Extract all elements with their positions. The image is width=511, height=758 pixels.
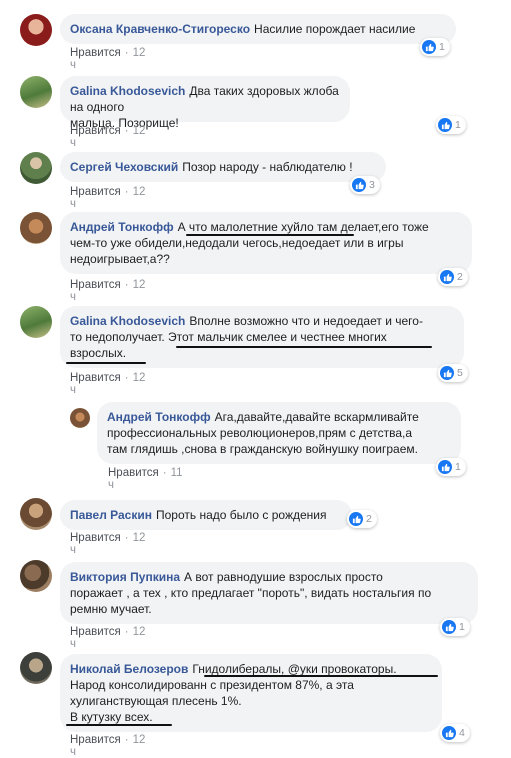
reaction-count[interactable]: 1 bbox=[440, 618, 470, 636]
like-reaction-icon bbox=[438, 460, 452, 474]
avatar[interactable] bbox=[70, 408, 90, 428]
avatar[interactable] bbox=[20, 152, 52, 184]
comment-author[interactable]: Сергей Чеховский bbox=[70, 160, 178, 174]
comment-author[interactable]: Павел Раскин bbox=[70, 508, 152, 522]
comment-author[interactable]: Андрей Тонкофф bbox=[107, 410, 211, 424]
comment-text: Народ консолидированн с президентом 87%,… bbox=[70, 678, 354, 692]
comment-actions: Нравится · 11 ч bbox=[108, 467, 183, 491]
comment-text: взрослых. bbox=[70, 346, 127, 360]
like-link[interactable]: Нравится bbox=[70, 532, 121, 544]
comment-text: А вот равнодушие взрослых просто bbox=[184, 570, 383, 584]
like-link[interactable]: Нравится bbox=[70, 372, 121, 384]
comment-author[interactable]: Galina Khodosevich bbox=[70, 84, 185, 98]
comment-actions: Нравится · 12 ч bbox=[70, 532, 146, 556]
comment-actions: Нравится · 12 ч bbox=[70, 372, 146, 396]
reaction-count[interactable]: 3 bbox=[350, 176, 380, 194]
comment-text: А что малолетние хуйло там делает,его то… bbox=[177, 220, 429, 234]
like-link[interactable]: Нравится bbox=[70, 734, 121, 746]
reaction-count[interactable]: 2 bbox=[438, 268, 468, 286]
comment-actions: Нравится · 12 ч bbox=[70, 125, 146, 149]
like-reaction-icon bbox=[442, 726, 456, 740]
comment-bubble: Сергей Чеховский Позор народу - наблюдате… bbox=[60, 152, 386, 182]
like-link[interactable]: Нравится bbox=[70, 186, 121, 198]
comment-text: чем-то уже обидели,недодали чегось,недое… bbox=[70, 236, 404, 250]
hand-drawn-underline bbox=[186, 234, 354, 236]
like-link[interactable]: Нравится bbox=[108, 467, 159, 479]
comment-author[interactable]: Galina Khodosevich bbox=[70, 314, 185, 328]
comment-bubble: Виктория Пупкина А вот равнодушие взрослы… bbox=[60, 562, 478, 624]
like-link[interactable]: Нравится bbox=[70, 626, 121, 638]
like-link[interactable]: Нравится bbox=[70, 125, 121, 137]
comment-text: Позор народу - наблюдателю ! bbox=[182, 160, 353, 174]
reaction-count[interactable]: 5 bbox=[438, 364, 468, 382]
like-reaction-icon bbox=[422, 40, 436, 54]
comment-bubble: Павел Раскин Пороть надо было с рождения bbox=[60, 500, 352, 530]
comment-author[interactable]: Виктория Пупкина bbox=[70, 570, 180, 584]
comment-text: Пороть надо было с рождения bbox=[155, 508, 327, 522]
comment-author[interactable]: Андрей Тонкофф bbox=[70, 220, 174, 234]
comment-actions: Нравится · 12 ч bbox=[70, 279, 146, 303]
avatar[interactable] bbox=[20, 652, 52, 684]
comment-bubble: Николай Белозеров Гнидолибералы, @уки про… bbox=[60, 654, 442, 732]
avatar[interactable] bbox=[20, 212, 52, 244]
like-link[interactable]: Нравится bbox=[70, 279, 121, 291]
reaction-count[interactable]: 1 bbox=[436, 116, 466, 134]
comment-text: профессиональных революционеров,прям с д… bbox=[107, 426, 413, 440]
avatar[interactable] bbox=[20, 14, 52, 46]
comment-bubble: Galina Khodosevich Вполне возможно что и … bbox=[60, 306, 464, 368]
comment-text: поражает , а тех , кто предлагает "порот… bbox=[70, 586, 432, 600]
comment-author[interactable]: Николай Белозеров bbox=[70, 662, 188, 676]
avatar[interactable] bbox=[20, 306, 52, 338]
comment-actions: Нравится · 12 ч bbox=[70, 47, 146, 71]
comment-bubble: Galina Khodosevich Два таких здоровых жло… bbox=[60, 76, 350, 130]
comment-actions: Нравится · 12 ч bbox=[70, 734, 146, 758]
avatar[interactable] bbox=[20, 560, 52, 592]
comment-text: там глядишь ,снова в гражданскую войнушк… bbox=[107, 442, 418, 456]
comment-text: В кутузку всех. bbox=[70, 710, 153, 724]
comment-bubble: Оксана Кравченко-Стигореско Насилие порож… bbox=[60, 14, 456, 44]
comment-author[interactable]: Оксана Кравченко-Стигореско bbox=[70, 22, 250, 36]
comment-text: Гнидолибералы, @уки провокаторы. bbox=[192, 662, 397, 676]
avatar[interactable] bbox=[20, 498, 52, 530]
comment-text: ремню мучает. bbox=[70, 602, 152, 616]
like-reaction-icon bbox=[440, 366, 454, 380]
comment-actions: Нравится · 12 ч bbox=[70, 186, 146, 210]
reaction-count[interactable]: 1 bbox=[436, 458, 466, 476]
like-reaction-icon bbox=[349, 512, 363, 526]
like-reaction-icon bbox=[440, 270, 454, 284]
comment-actions: Нравится · 12 ч bbox=[70, 626, 146, 650]
like-reaction-icon bbox=[442, 620, 456, 634]
comment-text: хулиганствующая плесень 1%. bbox=[70, 694, 242, 708]
comment-text: недоигрывает,а?? bbox=[70, 252, 170, 266]
like-reaction-icon bbox=[352, 178, 366, 192]
hand-drawn-underline bbox=[66, 362, 146, 364]
comment-text: то недополучает. Этот мальчик смелее и ч… bbox=[70, 330, 387, 344]
hand-drawn-underline bbox=[66, 724, 172, 726]
reaction-count[interactable]: 1 bbox=[420, 38, 450, 56]
comment-bubble: Андрей Тонкофф Ага,давайте,давайте вскарм… bbox=[97, 402, 461, 464]
hand-drawn-underline bbox=[204, 675, 438, 677]
like-link[interactable]: Нравится bbox=[70, 47, 121, 59]
comment-text: Насилие порождает насилие bbox=[254, 22, 416, 36]
reaction-count[interactable]: 2 bbox=[347, 510, 377, 528]
hand-drawn-underline bbox=[176, 346, 432, 348]
avatar[interactable] bbox=[20, 76, 52, 108]
like-reaction-icon bbox=[438, 118, 452, 132]
reaction-count[interactable]: 4 bbox=[440, 724, 470, 742]
comment-text: Вполне возможно что и недоедает и чего- bbox=[189, 314, 423, 328]
comment-text: Ага,давайте,давайте вскармливайте bbox=[214, 410, 419, 424]
comment-bubble: Андрей Тонкофф А что малолетние хуйло там… bbox=[60, 212, 472, 274]
